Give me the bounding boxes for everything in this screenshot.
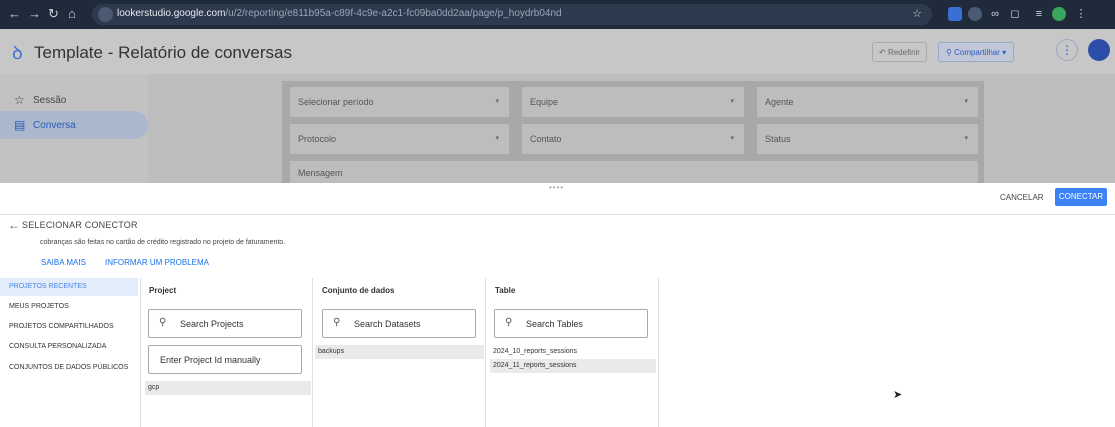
- contact-filter[interactable]: Contato ▾: [522, 124, 744, 154]
- list-item[interactable]: 2024_10_reports_sessions: [490, 345, 656, 359]
- cancel-button[interactable]: CANCELAR: [1000, 193, 1044, 202]
- status-filter[interactable]: Status ▾: [757, 124, 978, 154]
- control-label: Agente: [765, 97, 794, 107]
- project-source-nav: PROJETOS RECENTES MEUS PROJETOS PROJETOS…: [0, 278, 140, 427]
- control-label: Mensagem: [298, 168, 343, 178]
- resize-handle[interactable]: ••••: [549, 183, 564, 192]
- learn-more-link[interactable]: SAIBA MAIS: [41, 258, 86, 267]
- divider: [312, 278, 313, 427]
- project-id-placeholder: Enter Project Id manually: [160, 355, 261, 365]
- panel-title: SELECIONAR CONECTOR: [22, 220, 138, 230]
- page-item-conversa[interactable]: ▤ Conversa: [0, 111, 148, 139]
- site-info-icon[interactable]: [98, 7, 113, 22]
- nav-item-public-datasets[interactable]: CONJUNTOS DE DADOS PÚBLICOS: [0, 359, 138, 377]
- list-item[interactable]: gcp: [145, 381, 311, 395]
- protocol-filter[interactable]: Protocolo ▾: [290, 124, 509, 154]
- extensions-puzzle-icon[interactable]: ◻: [1008, 7, 1022, 21]
- looker-studio-logo-icon[interactable]: ꝺ: [12, 41, 23, 65]
- list-item[interactable]: backups: [315, 345, 484, 359]
- control-label: Contato: [530, 134, 562, 144]
- divider: [140, 278, 141, 427]
- nav-item-my-projects[interactable]: MEUS PROJETOS: [0, 298, 138, 316]
- search-placeholder: Search Tables: [526, 319, 583, 329]
- search-tables-input[interactable]: ⚲ Search Tables: [494, 309, 648, 338]
- search-icon: ⚲: [159, 317, 167, 328]
- search-projects-input[interactable]: ⚲ Search Projects: [148, 309, 302, 338]
- connect-button[interactable]: CONECTAR: [1055, 188, 1107, 206]
- browser-menu-icon[interactable]: ⋮: [1074, 7, 1088, 21]
- mouse-cursor-icon: ➤: [893, 389, 903, 401]
- redo-button[interactable]: ↶ Redefinir: [872, 42, 927, 62]
- control-label: Equipe: [530, 97, 559, 107]
- share-button[interactable]: ⚲ Compartilhar ▾: [938, 42, 1015, 62]
- search-icon: ⚲: [333, 317, 341, 328]
- page-label: Sessão: [33, 95, 67, 106]
- search-datasets-input[interactable]: ⚲ Search Datasets: [322, 309, 476, 338]
- page-icon: ▤: [14, 118, 26, 132]
- back-arrow-icon[interactable]: ←: [8, 218, 20, 232]
- report-problem-link[interactable]: INFORMAR UM PROBLEMA: [105, 258, 209, 267]
- report-title[interactable]: Template - Relatório de conversas: [34, 43, 292, 63]
- extension-icon[interactable]: [968, 7, 982, 21]
- search-icon: ⚲: [505, 317, 513, 328]
- list-item[interactable]: 2024_11_reports_sessions: [490, 359, 656, 373]
- extension-icon[interactable]: [948, 7, 962, 21]
- dataset-column-header: Conjunto de dados: [322, 286, 395, 295]
- billing-note: cobranças são feitas no cartão de crédit…: [40, 239, 286, 246]
- bookmark-star-icon[interactable]: ☆: [910, 7, 924, 21]
- project-id-input[interactable]: Enter Project Id manually: [148, 345, 302, 374]
- connector-columns: PROJETOS RECENTES MEUS PROJETOS PROJETOS…: [0, 278, 1115, 427]
- nav-item-recent-projects[interactable]: PROJETOS RECENTES: [0, 278, 138, 296]
- report-canvas: Selecionar período ▾ Equipe ▾ Agente ▾ Prot…: [282, 81, 984, 183]
- divider: [485, 278, 486, 427]
- reload-icon[interactable]: ↻: [48, 6, 59, 22]
- page-list: ☆ Sessão ▤ Conversa: [0, 74, 148, 183]
- address-bar[interactable]: lookerstudio.google.com/u/2/reporting/e8…: [92, 4, 932, 25]
- home-icon[interactable]: ⌂: [68, 6, 76, 22]
- extension-icon[interactable]: ∞: [988, 7, 1002, 21]
- page-item-sessao[interactable]: ☆ Sessão: [0, 86, 148, 114]
- team-filter[interactable]: Equipe ▾: [522, 87, 744, 117]
- dropdown-arrow-icon: ▾: [495, 98, 499, 105]
- star-icon: ☆: [14, 93, 25, 107]
- divider: [658, 278, 659, 427]
- report-canvas-area: ☆ Sessão ▤ Conversa Selecionar período ▾ …: [0, 74, 1115, 183]
- dropdown-arrow-icon: ▾: [730, 98, 734, 105]
- nav-item-custom-query[interactable]: CONSULTA PERSONALIZADA: [0, 338, 138, 356]
- control-label: Status: [765, 134, 791, 144]
- project-column-header: Project: [149, 286, 177, 295]
- table-column-header: Table: [495, 286, 516, 295]
- control-label: Protocolo: [298, 134, 337, 144]
- dropdown-arrow-icon: ▾: [964, 98, 968, 105]
- message-filter[interactable]: Mensagem: [290, 161, 978, 183]
- profile-icon[interactable]: [1052, 7, 1066, 21]
- connector-panel: •••• CANCELAR CONECTAR ← SELECIONAR CONE…: [0, 183, 1115, 427]
- report-header: ꝺ Template - Relatório de conversas ↶ Re…: [0, 29, 1115, 74]
- search-placeholder: Search Projects: [180, 319, 244, 329]
- nav-item-shared-projects[interactable]: PROJETOS COMPARTILHADOS: [0, 318, 138, 336]
- dropdown-arrow-icon: ▾: [730, 135, 734, 142]
- url-text: lookerstudio.google.com/u/2/reporting/e8…: [117, 8, 562, 19]
- date-range-control[interactable]: Selecionar período ▾: [290, 87, 509, 117]
- search-placeholder: Search Datasets: [354, 319, 421, 329]
- divider: [0, 214, 1115, 215]
- more-options-icon[interactable]: ⋮: [1056, 39, 1078, 61]
- agent-filter[interactable]: Agente ▾: [757, 87, 978, 117]
- avatar[interactable]: [1088, 39, 1110, 61]
- back-icon[interactable]: ←: [8, 6, 21, 22]
- page-label: Conversa: [33, 120, 76, 131]
- media-icon[interactable]: ≡: [1032, 7, 1046, 21]
- dropdown-arrow-icon: ▾: [964, 135, 968, 142]
- control-label: Selecionar período: [298, 97, 374, 107]
- browser-toolbar: ← → ↻ ⌂ lookerstudio.google.com/u/2/repo…: [0, 0, 1115, 29]
- forward-icon[interactable]: →: [28, 6, 41, 22]
- dropdown-arrow-icon: ▾: [495, 135, 499, 142]
